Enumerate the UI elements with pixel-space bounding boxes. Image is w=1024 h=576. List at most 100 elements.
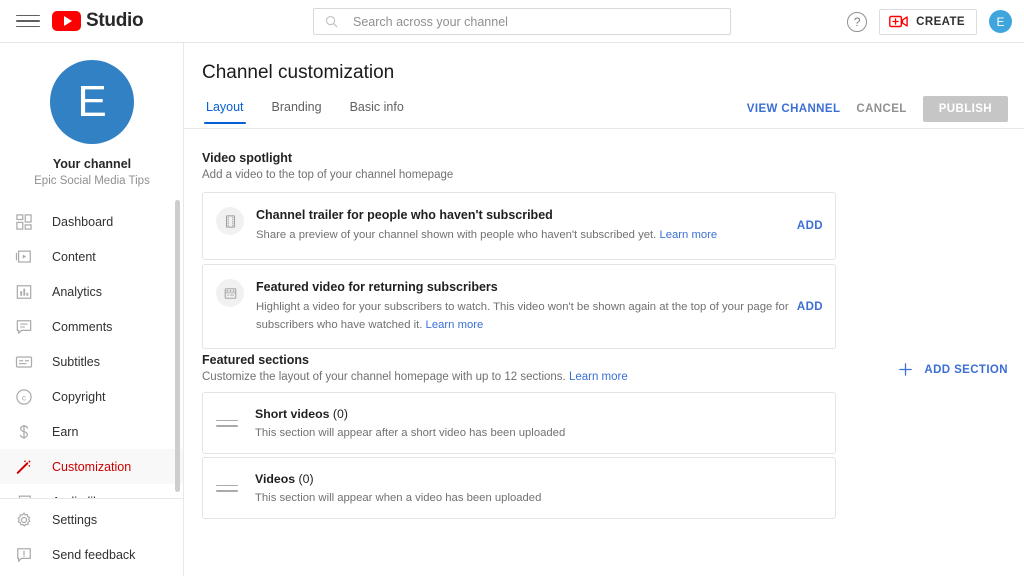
sidebar-scrollbar[interactable] [175,200,180,492]
featured-sections-subtitle-text: Customize the layout of your channel hom… [202,371,566,383]
section-row-description: This section will appear after a short v… [255,427,565,439]
gear-icon [14,510,34,530]
card-description-text: Share a preview of your channel shown wi… [256,229,656,241]
publish-button[interactable]: PUBLISH [923,96,1008,122]
video-camera-plus-icon [889,14,909,29]
card-title: Featured video for returning subscribers [256,280,789,294]
copyright-icon: c [14,387,34,407]
card-description-text: Highlight a video for your subscribers t… [256,301,789,331]
search-input[interactable] [353,15,720,29]
section-row-short-videos[interactable]: Short videos (0) This section will appea… [202,392,836,454]
dollar-sign-icon [14,422,34,442]
sidebar-item-customization[interactable]: Customization [0,449,184,484]
tab-basic-info[interactable]: Basic info [336,100,418,124]
sidebar-item-label: Send feedback [52,548,135,562]
section-row-description: This section will appear when a video ha… [255,492,541,504]
feedback-icon [14,545,34,565]
sidebar-item-analytics[interactable]: Analytics [0,274,184,309]
tab-bar: Layout Branding Basic info [202,100,418,124]
sidebar-item-subtitles[interactable]: Subtitles [0,344,184,379]
magic-wand-icon [14,457,34,477]
featured-sections-header: Featured sections Customize the layout o… [202,353,628,383]
section-row-count: (0) [333,407,348,421]
sidebar-divider [0,498,184,499]
sidebar-item-label: Earn [52,425,78,439]
sidebar-item-comments[interactable]: Comments [0,309,184,344]
channel-avatar[interactable]: E [50,60,134,144]
add-featured-video-button[interactable]: ADD [797,301,823,313]
section-row-count: (0) [299,472,314,486]
page-title: Channel customization [202,62,394,84]
sidebar-item-label: Settings [52,513,97,527]
tab-branding[interactable]: Branding [258,100,336,124]
cancel-button[interactable]: CANCEL [856,103,906,115]
video-play-icon [14,247,34,267]
section-row-name: Short videos [255,407,329,421]
video-spotlight-header: Video spotlight Add a video to the top o… [202,151,453,181]
section-row-name: Videos [255,472,295,486]
top-bar-actions: ? CREATE E [847,0,1012,43]
account-avatar[interactable]: E [989,10,1012,33]
film-strip-icon-container [216,207,244,235]
video-spotlight-subtitle: Add a video to the top of your channel h… [202,169,453,181]
learn-more-link[interactable]: Learn more [659,229,717,241]
sidebar-item-send-feedback[interactable]: Send feedback [0,537,184,572]
help-icon[interactable]: ? [847,12,867,32]
sidebar-item-label: Comments [52,320,112,334]
add-section-button[interactable]: ADD SECTION [897,361,1008,378]
your-channel-label: Your channel [53,157,131,171]
comment-bubble-icon [14,317,34,337]
sidebar-bottom-nav: Settings Send feedback [0,502,184,572]
video-spotlight-title: Video spotlight [202,151,453,165]
top-bar: Studio ? CREATE E [0,0,1024,43]
sidebar-item-settings[interactable]: Settings [0,502,184,537]
card-title: Channel trailer for people who haven't s… [256,208,789,222]
card-description: Share a preview of your channel shown wi… [256,227,789,245]
channel-name-label: Epic Social Media Tips [34,175,150,187]
sidebar-item-dashboard[interactable]: Dashboard [0,204,184,239]
youtube-play-icon [52,11,81,31]
view-channel-button[interactable]: VIEW CHANNEL [747,103,841,115]
search-icon [324,14,339,29]
sidebar-item-earn[interactable]: Earn [0,414,184,449]
page-actions: VIEW CHANNEL CANCEL PUBLISH [747,96,1008,122]
search-bar[interactable] [313,8,731,35]
tab-bar-divider [184,128,1024,129]
learn-more-link[interactable]: Learn more [426,319,484,331]
featured-video-card[interactable]: Featured video for returning subscribers… [202,264,836,349]
add-section-label: ADD SECTION [924,364,1008,376]
subtitles-icon [14,352,34,372]
plus-icon [897,361,914,378]
bar-chart-icon [14,282,34,302]
youtube-studio-logo[interactable]: Studio [52,10,143,32]
sidebar-item-label: Dashboard [52,215,113,229]
drag-handle-icon[interactable] [216,485,238,492]
sidebar-item-label: Content [52,250,96,264]
sidebar-item-label: Analytics [52,285,102,299]
drag-handle-icon[interactable] [216,420,238,427]
sidebar-item-audio-library[interactable]: Audio library [0,484,184,498]
hamburger-menu-icon[interactable] [16,9,40,33]
sidebar-item-label: Customization [52,460,131,474]
sidebar-item-content[interactable]: Content [0,239,184,274]
svg-text:c: c [22,392,26,402]
add-trailer-button[interactable]: ADD [797,220,823,232]
sidebar-item-label: Subtitles [52,355,100,369]
section-row-title: Short videos (0) [255,407,565,421]
tab-layout[interactable]: Layout [202,100,258,124]
sidebar-item-label: Copyright [52,390,106,404]
main-content: Channel customization Layout Branding Ba… [184,43,1024,576]
section-row-body: Short videos (0) This section will appea… [255,407,565,439]
sidebar-nav-list: Dashboard Content Analytics [0,204,184,498]
section-row-videos[interactable]: Videos (0) This section will appear when… [202,457,836,519]
film-strip-icon [223,214,238,229]
section-row-title: Videos (0) [255,472,541,486]
learn-more-link[interactable]: Learn more [569,371,628,383]
channel-trailer-card[interactable]: Channel trailer for people who haven't s… [202,192,836,260]
create-button[interactable]: CREATE [879,9,977,35]
featured-sections-subtitle: Customize the layout of your channel hom… [202,371,628,383]
sidebar-item-copyright[interactable]: c Copyright [0,379,184,414]
channel-summary: E Your channel Epic Social Media Tips [0,43,184,187]
sidebar: E Your channel Epic Social Media Tips Da… [0,43,184,576]
card-description: Highlight a video for your subscribers t… [256,299,789,334]
